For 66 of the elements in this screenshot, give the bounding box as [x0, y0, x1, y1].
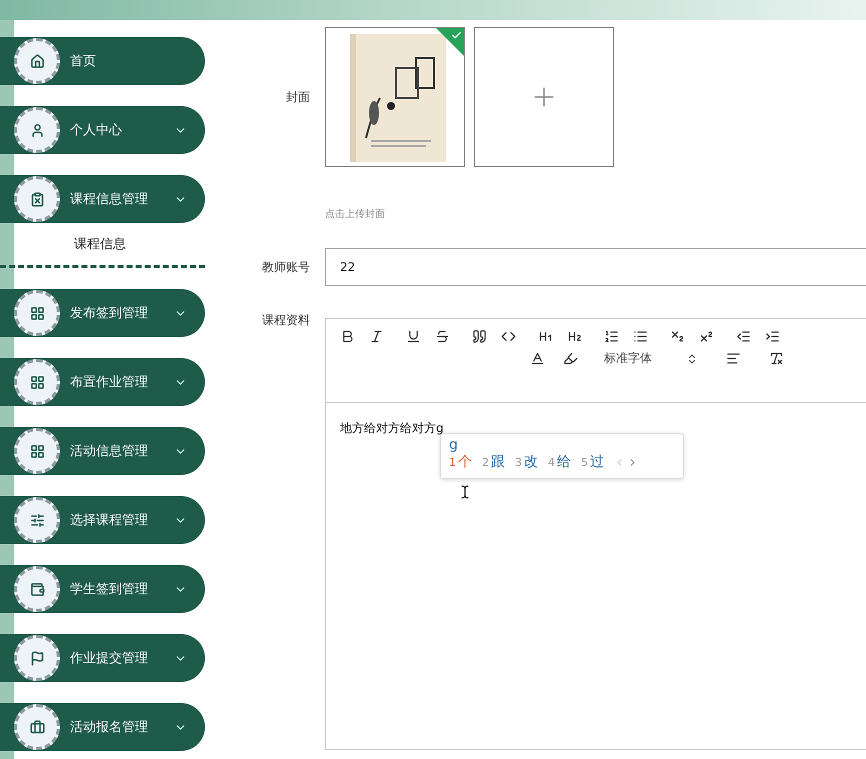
ime-candidate[interactable]: 1 个 — [449, 453, 472, 471]
sidebar-item[interactable]: 学生签到管理 — [0, 565, 205, 613]
font-color-icon[interactable] — [530, 351, 545, 366]
grid-icon — [30, 444, 44, 458]
font-select[interactable]: 标准字体 — [604, 350, 698, 367]
quote-icon[interactable] — [472, 329, 487, 344]
ordered-list-icon[interactable] — [604, 329, 619, 344]
bullet-list-icon[interactable] — [633, 329, 648, 344]
superscript-icon[interactable] — [699, 329, 714, 344]
clear-format-icon[interactable] — [769, 351, 784, 366]
field-label: 教师账号 — [261, 258, 311, 276]
align-icon[interactable] — [726, 351, 741, 366]
grid-icon — [30, 306, 44, 320]
upload-button[interactable] — [474, 27, 614, 167]
underline-icon[interactable] — [406, 329, 421, 344]
sidebar-item[interactable]: 课程信息管理 — [0, 175, 205, 223]
sidebar-item[interactable]: 活动报名管理 — [0, 703, 205, 751]
input-field[interactable]: 22 — [325, 248, 866, 286]
sidebar-label: 选择课程管理 — [70, 512, 149, 529]
sidebar-item[interactable]: 发布签到管理 — [0, 289, 205, 337]
field-label: 课程资料 — [261, 312, 311, 329]
ime-candidate[interactable]: 5 过 — [581, 453, 604, 471]
sidebar-label: 发布签到管理 — [70, 305, 149, 322]
sidebar-label: 首页 — [70, 53, 97, 70]
sidebar-label: 学生签到管理 — [70, 581, 149, 598]
heading-one-icon[interactable] — [538, 329, 553, 344]
code-icon[interactable] — [501, 329, 516, 344]
check-icon — [451, 30, 462, 41]
field-label: 封面 — [285, 88, 311, 106]
ime-candidate[interactable]: 4 给 — [548, 453, 571, 471]
sidebar-item[interactable]: 选择课程管理 — [0, 496, 205, 544]
sidebar-label: 作业提交管理 — [70, 650, 149, 667]
ime-candidate[interactable]: 2 跟 — [482, 453, 505, 471]
sidebar-label: 个人中心 — [70, 122, 123, 139]
ime-candidate[interactable]: 3 改 — [515, 453, 538, 471]
subscript-icon[interactable] — [670, 329, 685, 344]
clipboard-icon — [30, 192, 44, 206]
flag-icon — [30, 650, 44, 666]
outdent-icon[interactable] — [736, 329, 751, 344]
submenu-item[interactable]: 课程信息 — [0, 223, 215, 265]
rich-text-editor[interactable]: 标准字体 地方给对方给对方g g 1 个 2 跟 3 改 4 给 5 过 — [325, 318, 866, 750]
highlight-icon[interactable] — [563, 351, 578, 366]
sidebar-item[interactable]: 布置作业管理 — [0, 358, 205, 406]
select-arrow-icon — [686, 352, 698, 364]
user-icon — [30, 122, 44, 138]
wallet-icon — [30, 582, 44, 596]
sidebar-item[interactable]: 个人中心 — [0, 106, 205, 154]
sidebar-label: 活动信息管理 — [70, 443, 149, 460]
sidebar-label: 布置作业管理 — [70, 374, 149, 391]
strikethrough-icon[interactable] — [435, 329, 450, 344]
sidebar-label: 活动报名管理 — [70, 719, 149, 736]
sidebar-item[interactable]: 作业提交管理 — [0, 634, 205, 682]
home-icon — [30, 54, 44, 68]
bold-icon[interactable] — [340, 329, 355, 344]
upload-hint: 点击上传封面 — [325, 208, 386, 221]
editor-text: 地方给对方给对方g — [340, 421, 444, 435]
italic-icon[interactable] — [369, 329, 384, 344]
sliders-icon — [30, 512, 44, 528]
sidebar-item[interactable]: 活动信息管理 — [0, 427, 205, 475]
ime-composition: g — [449, 437, 458, 453]
sidebar-label: 课程信息管理 — [70, 191, 149, 208]
briefcase-icon — [30, 720, 44, 734]
sidebar-item[interactable]: 首页 — [0, 37, 205, 85]
heading-two-icon[interactable] — [567, 329, 582, 344]
grid-icon — [30, 374, 44, 390]
indent-icon[interactable] — [765, 329, 780, 344]
